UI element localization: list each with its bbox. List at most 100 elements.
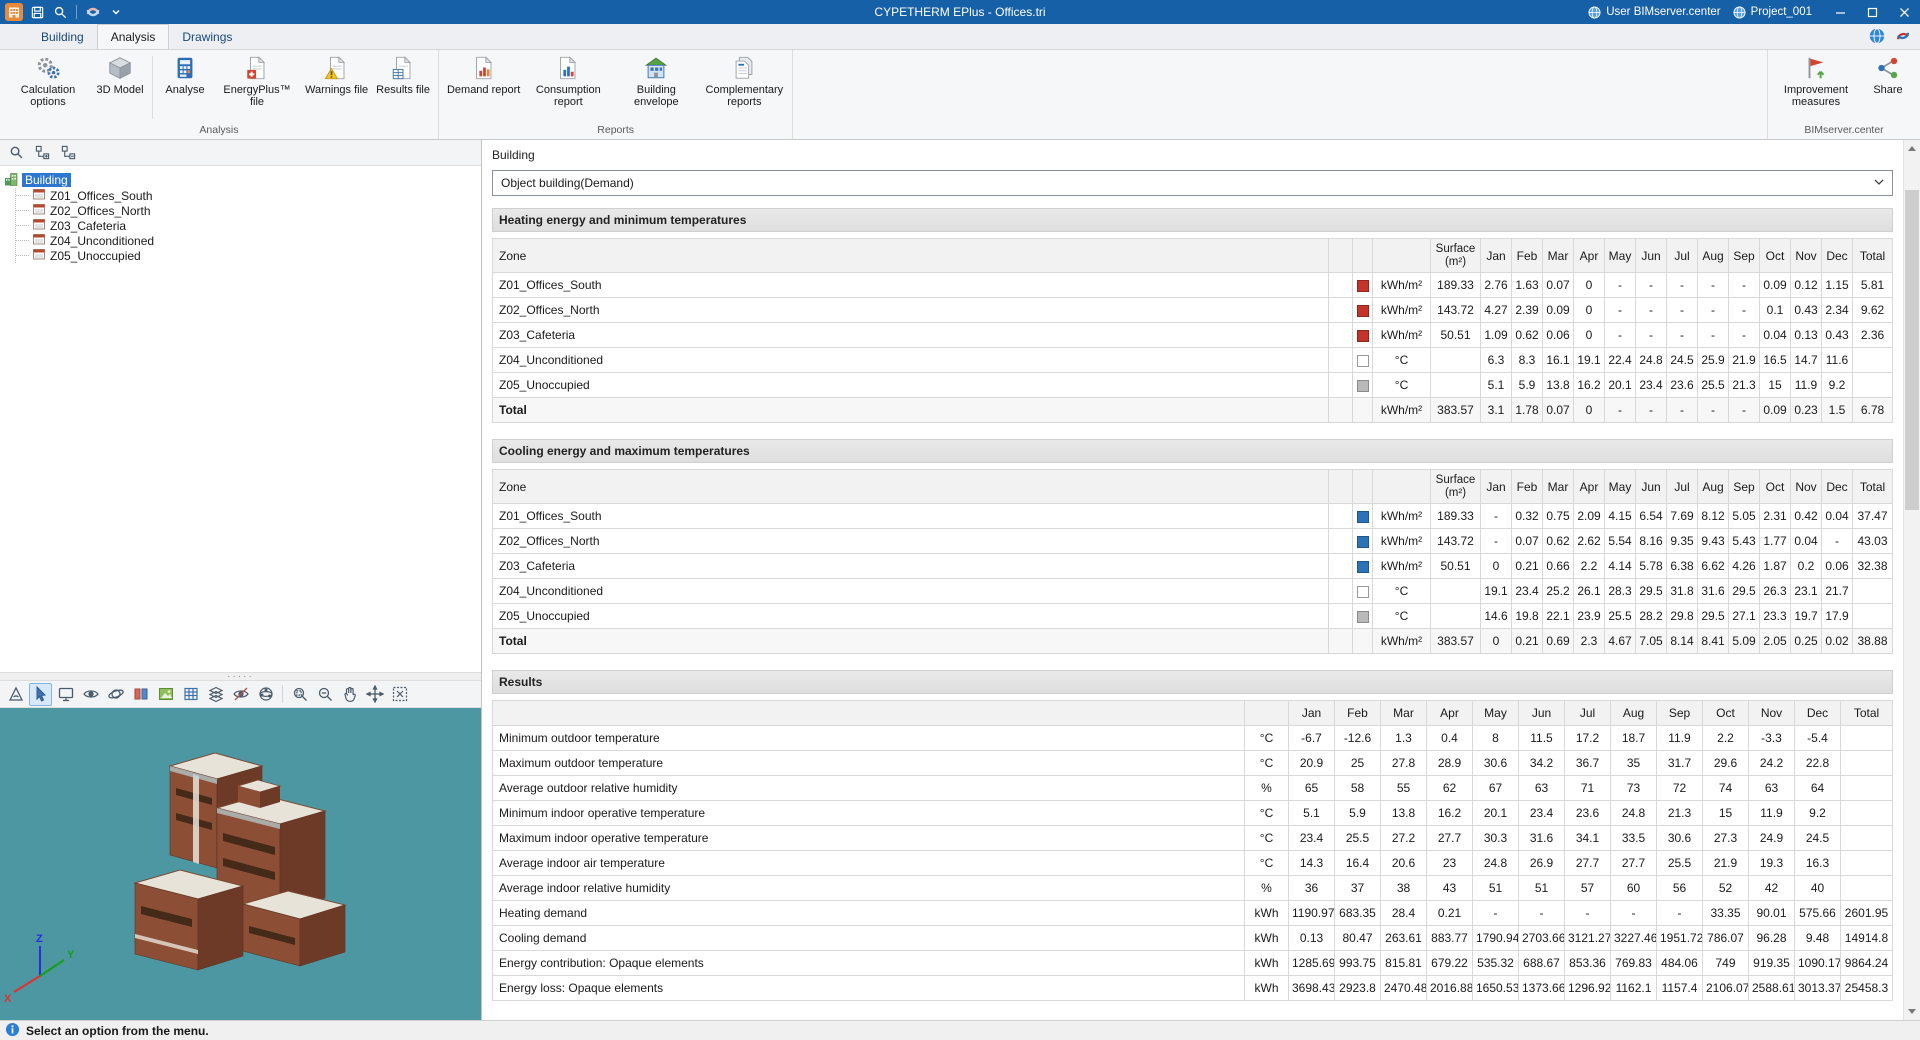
tree-item-zone[interactable]: Z05_Unoccupied	[16, 248, 477, 263]
tree-item-label: Z05_Unoccupied	[50, 248, 141, 263]
tab-analysis[interactable]: Analysis	[96, 24, 170, 49]
zone-marker-icon[interactable]	[1356, 354, 1369, 367]
select-tool-icon[interactable]	[29, 682, 52, 706]
value-cell: 23.9	[1573, 603, 1605, 629]
zone-marker-cell	[1352, 297, 1373, 323]
collapse-tree-icon[interactable]	[57, 142, 79, 164]
tables-icon[interactable]	[179, 683, 202, 706]
search-icon[interactable]	[50, 2, 70, 22]
col-header-month: Feb	[1334, 700, 1381, 726]
value-cell: -	[1604, 272, 1636, 298]
value-cell: 0	[1573, 397, 1605, 423]
zone-marker-icon[interactable]	[1356, 379, 1369, 392]
textures-icon[interactable]	[154, 683, 177, 706]
consumption-report-button[interactable]: Consumption report	[524, 52, 612, 109]
ribbon: Calculation options 3D Model Analyse Ene…	[0, 50, 1920, 140]
bimserver-sync-icon[interactable]	[83, 2, 103, 22]
zone-marker-icon[interactable]	[1356, 560, 1369, 573]
full-extents-icon[interactable]	[388, 683, 411, 706]
object-selector-dropdown[interactable]: Object building(Demand)	[492, 170, 1893, 196]
sync-globe-icon[interactable]	[1868, 27, 1886, 50]
energyplus-file-button[interactable]: EnergyPlus™ file	[213, 52, 301, 109]
value-cell: 21.9	[1728, 347, 1760, 373]
3d-model-button[interactable]: 3D Model	[92, 52, 148, 97]
zone-marker-icon[interactable]	[1356, 585, 1369, 598]
panel-splitter[interactable]	[0, 672, 481, 681]
value-cell: 8.3	[1511, 347, 1543, 373]
project-views-icon[interactable]	[54, 683, 77, 706]
zoom-fit-icon[interactable]	[363, 683, 386, 706]
calculation-options-button[interactable]: Calculation options	[4, 52, 92, 109]
visibility-icon[interactable]	[229, 683, 252, 706]
expand-tree-icon[interactable]	[31, 142, 53, 164]
complementary-reports-button[interactable]: Complementary reports	[700, 52, 788, 109]
value-cell: 5.05	[1728, 503, 1760, 529]
layers-icon[interactable]	[204, 683, 227, 706]
zone-marker-icon[interactable]	[1356, 510, 1369, 523]
improvement-measures-button[interactable]: Improvement measures	[1772, 52, 1860, 109]
zoom-out-icon[interactable]	[313, 683, 336, 706]
tab-building[interactable]: Building	[28, 25, 97, 49]
scrollbar-thumb[interactable]	[1905, 190, 1919, 510]
share-button[interactable]: Share	[1860, 52, 1916, 97]
tree-item-zone[interactable]: Z04_Unconditioned	[16, 233, 477, 248]
tree-item-zone[interactable]: Z01_Offices_South	[16, 188, 477, 203]
value-cell: 29.5	[1635, 578, 1667, 604]
close-button[interactable]	[1888, 0, 1920, 24]
value-cell: 43	[1426, 875, 1473, 901]
info-icon	[5, 1022, 20, 1040]
zone-marker-icon[interactable]	[1356, 329, 1369, 342]
value-cell: 9864.24	[1840, 950, 1893, 976]
zoom-window-icon[interactable]	[288, 683, 311, 706]
demand-report-button[interactable]: Demand report	[443, 52, 524, 97]
section-boxes-icon[interactable]	[129, 683, 152, 706]
minimize-button[interactable]	[1824, 0, 1856, 24]
maximize-button[interactable]	[1856, 0, 1888, 24]
building-envelope-button[interactable]: Building envelope	[612, 52, 700, 109]
surface-cell	[1430, 603, 1481, 629]
ribbon-separator	[152, 56, 153, 119]
pan-icon[interactable]	[338, 683, 361, 706]
zone-marker-icon[interactable]	[1356, 535, 1369, 548]
bimserver-center-icon[interactable]	[1894, 27, 1912, 50]
app-logo-icon[interactable]	[4, 2, 24, 22]
quick-access-chevron-icon[interactable]	[106, 2, 126, 22]
ribbon-group-reports-label: Reports	[597, 124, 635, 136]
zone-marker-icon[interactable]	[1356, 279, 1369, 292]
scroll-down-button[interactable]	[1904, 1003, 1920, 1020]
tree-search-icon[interactable]	[5, 142, 27, 164]
value-cell: 2601.95	[1840, 900, 1893, 926]
render-sphere-icon[interactable]	[254, 683, 277, 706]
tree-item-zone[interactable]: Z02_Offices_North	[16, 203, 477, 218]
value-cell: 919.35	[1748, 950, 1795, 976]
3d-viewport[interactable]: Z Y X	[0, 708, 481, 1020]
value-cell: 28.9	[1426, 750, 1473, 776]
value-cell: 1285.69	[1288, 950, 1335, 976]
project-selector[interactable]: Project_001	[1733, 5, 1812, 19]
save-icon[interactable]	[27, 2, 47, 22]
hide-el-eye-icon[interactable]	[79, 683, 102, 706]
scroll-up-button[interactable]	[1904, 140, 1920, 157]
zone-marker-icon[interactable]	[1356, 610, 1369, 623]
tree-item-building[interactable]: Building	[4, 172, 477, 188]
results-file-button[interactable]: Results file	[372, 52, 434, 97]
value-cell: 38.88	[1852, 628, 1893, 654]
analyse-button[interactable]: Analyse	[157, 52, 213, 97]
value-cell: -	[1728, 297, 1760, 323]
measure-angle-icon[interactable]	[4, 683, 27, 706]
value-cell: 0.43	[1790, 297, 1822, 323]
vertical-scrollbar[interactable]	[1903, 140, 1920, 1020]
value-cell: -	[1728, 272, 1760, 298]
orbit-icon[interactable]	[104, 683, 127, 706]
tab-drawings[interactable]: Drawings	[169, 25, 245, 49]
value-cell: -	[1480, 528, 1512, 554]
ribbon-group-reports: Demand report Consumption report Buildin…	[439, 50, 794, 139]
user-account[interactable]: User BIMserver.center	[1588, 5, 1721, 19]
warnings-file-button[interactable]: Warnings file	[301, 52, 372, 97]
building-envelope-icon	[643, 55, 669, 81]
value-cell: 9.62	[1852, 297, 1893, 323]
value-cell: 484.06	[1656, 950, 1703, 976]
value-cell: -12.6	[1334, 725, 1381, 751]
zone-marker-icon[interactable]	[1356, 304, 1369, 317]
tree-item-zone[interactable]: Z03_Cafeteria	[16, 218, 477, 233]
